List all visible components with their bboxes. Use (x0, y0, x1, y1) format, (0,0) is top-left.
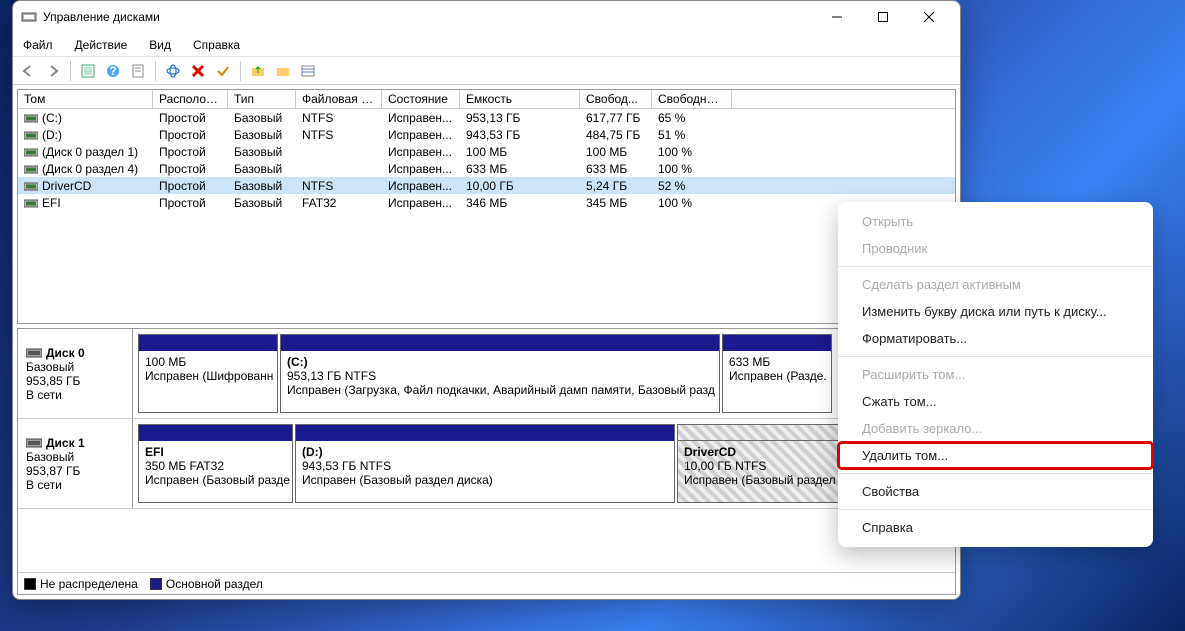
help-icon[interactable]: ? (102, 60, 124, 82)
folder-up-icon[interactable] (247, 60, 269, 82)
context-menu-item: Расширить том... (838, 361, 1153, 388)
context-menu: ОткрытьПроводник Сделать раздел активнымИ… (838, 202, 1153, 547)
disk-info: Диск 0Базовый953,85 ГБВ сети (18, 329, 133, 418)
partition[interactable]: 633 МБИсправен (Разде. (722, 334, 832, 413)
col-layout[interactable]: Располож... (153, 90, 228, 108)
menu-file[interactable]: Файл (19, 36, 57, 54)
volume-row[interactable]: (Диск 0 раздел 4)ПростойБазовыйИсправен.… (18, 160, 955, 177)
maximize-button[interactable] (860, 1, 906, 33)
minimize-button[interactable] (814, 1, 860, 33)
menu-help[interactable]: Справка (189, 36, 244, 54)
app-icon (21, 9, 37, 25)
context-menu-item: Сделать раздел активным (838, 271, 1153, 298)
col-volume[interactable]: Том (18, 90, 153, 108)
menu-view[interactable]: Вид (145, 36, 175, 54)
context-menu-item[interactable]: Удалить том... (838, 442, 1153, 469)
refresh-icon[interactable] (77, 60, 99, 82)
forward-button[interactable] (42, 60, 64, 82)
context-menu-item[interactable]: Изменить букву диска или путь к диску... (838, 298, 1153, 325)
col-fs[interactable]: Файловая с... (296, 90, 382, 108)
svg-text:?: ? (109, 64, 116, 78)
volume-row[interactable]: (D:)ПростойБазовыйNTFSИсправен...943,53 … (18, 126, 955, 143)
col-capacity[interactable]: Емкость (460, 90, 580, 108)
disk-row: Диск 1Базовый953,87 ГБВ сетиEFI350 МБ FA… (18, 419, 955, 509)
properties-icon[interactable] (127, 60, 149, 82)
toolbar: ? (13, 57, 960, 85)
back-button[interactable] (17, 60, 39, 82)
close-button[interactable] (906, 1, 952, 33)
delete-icon[interactable] (187, 60, 209, 82)
col-status[interactable]: Состояние (382, 90, 460, 108)
col-freepct[interactable]: Свободно % (652, 90, 732, 108)
context-menu-item[interactable]: Форматировать... (838, 325, 1153, 352)
scan-icon[interactable] (162, 60, 184, 82)
volume-row[interactable]: (Диск 0 раздел 1)ПростойБазовыйИсправен.… (18, 143, 955, 160)
volume-list[interactable]: Том Располож... Тип Файловая с... Состоя… (17, 89, 956, 324)
legend-primary: Основной раздел (166, 577, 263, 591)
volume-row[interactable]: (C:)ПростойБазовыйNTFSИсправен...953,13 … (18, 109, 955, 126)
partition[interactable]: EFI350 МБ FAT32Исправен (Базовый разде (138, 424, 293, 503)
context-menu-item[interactable]: Сжать том... (838, 388, 1153, 415)
partition[interactable]: (D:)943,53 ГБ NTFSИсправен (Базовый разд… (295, 424, 675, 503)
menu-action[interactable]: Действие (71, 36, 132, 54)
legend-unalloc: Не распределена (40, 577, 138, 591)
context-menu-item[interactable]: Справка (838, 514, 1153, 541)
context-menu-item: Открыть (838, 208, 1153, 235)
volume-row[interactable]: DriverCDПростойБазовыйNTFSИсправен...10,… (18, 177, 955, 194)
context-menu-item[interactable]: Свойства (838, 478, 1153, 505)
context-menu-item: Проводник (838, 235, 1153, 262)
menubar: Файл Действие Вид Справка (13, 33, 960, 57)
partition[interactable]: (C:)953,13 ГБ NTFSИсправен (Загрузка, Фа… (280, 334, 720, 413)
legend: Не распределена Основной раздел (18, 572, 955, 594)
disk-graph: Диск 0Базовый953,85 ГБВ сети100 МБИсправ… (17, 328, 956, 595)
volume-row[interactable]: EFIПростойБазовыйFAT32Исправен...346 МБ3… (18, 194, 955, 211)
disk-row: Диск 0Базовый953,85 ГБВ сети100 МБИсправ… (18, 329, 955, 419)
window-title: Управление дисками (43, 10, 814, 24)
check-icon[interactable] (212, 60, 234, 82)
partition[interactable]: 100 МБИсправен (Шифрованн (138, 334, 278, 413)
context-menu-item: Добавить зеркало... (838, 415, 1153, 442)
list-header: Том Располож... Тип Файловая с... Состоя… (18, 90, 955, 109)
col-free[interactable]: Свобод... (580, 90, 652, 108)
titlebar[interactable]: Управление дисками (13, 1, 960, 33)
folder-icon[interactable] (272, 60, 294, 82)
disk-management-window: Управление дисками Файл Действие Вид Спр… (12, 0, 961, 600)
col-type[interactable]: Тип (228, 90, 296, 108)
list-icon[interactable] (297, 60, 319, 82)
disk-info: Диск 1Базовый953,87 ГБВ сети (18, 419, 133, 508)
